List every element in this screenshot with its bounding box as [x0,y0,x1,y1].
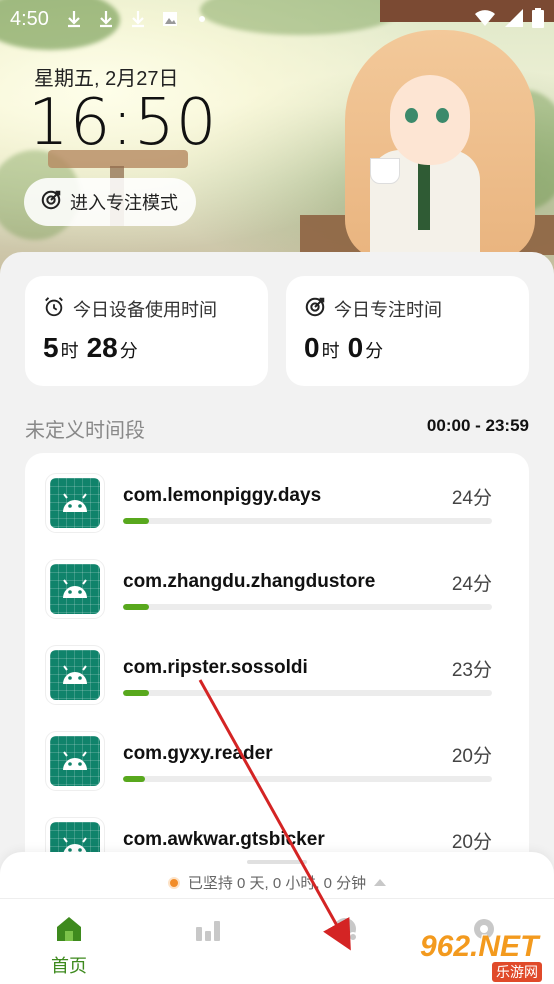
android-app-icon [46,732,104,790]
focus-time-hours: 0 [304,332,320,363]
site-watermark-logo: 962.NET 乐游网 [414,930,550,982]
app-package-name: com.ripster.sossoldi [123,657,308,678]
pie-chart-icon [331,918,361,947]
app-usage-bar-fill [123,690,149,696]
app-usage-bar [123,604,492,610]
download-icon [63,8,85,30]
hours-unit: 时 [321,341,340,361]
app-usage-row[interactable]: com.lemonpiggy.days 24分 [25,453,529,539]
status-time: 4:50 [10,7,49,30]
app-usage-bar-fill [123,776,146,782]
app-package-name: com.gyxy.reader [123,743,273,764]
device-usage-value: 5 时 28 分 [43,332,146,364]
home-icon [54,917,84,947]
app-package-name: com.lemonpiggy.days [123,485,322,506]
app-usage-time: 23分 [451,660,492,681]
app-usage-time: 20分 [451,832,492,853]
minutes-unit: 分 [119,341,138,361]
streak-text: 已坚持 0 天, 0 小时, 0 分钟 [187,875,367,892]
character-face [390,75,470,165]
streak-dot-icon [167,877,180,889]
tab-home[interactable]: 首页 [29,915,109,978]
device-usage-minutes: 28 [86,332,118,363]
section-time-range: 00:00 - 23:59 [426,416,529,435]
bar-chart-icon [193,921,223,947]
watermark-main-text: 962.NET [420,930,539,963]
signal-icon [504,8,524,34]
tab-statistics[interactable] [168,915,248,952]
character-eye [436,108,449,123]
android-app-icon [46,474,104,532]
drag-handle[interactable] [247,860,307,864]
app-usage-row[interactable]: com.zhangdu.zhangdustore 24分 [25,539,529,625]
character-eye [405,108,418,123]
focus-time-card[interactable]: 今日专注时间 0时0分 [286,276,529,386]
battery-icon [532,8,544,34]
dot-icon [191,8,213,30]
device-usage-card[interactable]: 今日设备使用时间 5 时 28 分 [25,276,268,386]
app-usage-list: com.lemonpiggy.days 24分 com.zhangdu.zhan… [25,453,529,873]
app-usage-row[interactable]: com.ripster.sossoldi 23分 [25,625,529,711]
hours-unit: 时 [60,341,79,361]
device-usage-label: 今日设备使用时间 [73,300,217,320]
app-package-name: com.awkwar.gtsbicker [123,829,325,850]
android-app-icon [46,560,104,618]
coffee-cup [370,158,400,184]
enter-focus-mode-button[interactable]: 进入专注模式 [24,178,196,226]
tab-home-label: 首页 [51,956,87,976]
device-usage-hours: 5 [43,332,59,363]
section-title: 未定义时间段 [25,420,145,442]
focus-target-icon [304,296,326,323]
download-icon [127,8,149,30]
app-usage-bar [123,776,492,782]
focus-time-value: 0时0分 [304,332,391,364]
focus-time-label: 今日专注时间 [334,300,442,320]
app-usage-bar [123,690,492,696]
watermark-sub-text: 乐游网 [492,962,542,982]
android-app-icon [46,646,104,704]
wifi-icon [474,8,496,34]
app-usage-bar [123,518,492,524]
streak-status: 已坚持 0 天, 0 小时, 0 分钟 [0,872,554,893]
clock-display: 16:50 [28,86,218,160]
alarm-clock-icon [43,296,65,323]
download-icon [95,8,117,30]
tab-analysis[interactable] [306,915,386,952]
focus-target-icon [40,189,62,216]
status-bar: 4:50 [0,0,554,38]
image-icon [159,8,181,30]
enter-focus-mode-label: 进入专注模式 [70,193,178,213]
expand-up-icon[interactable] [374,879,387,886]
app-usage-time: 20分 [451,746,492,767]
app-usage-time: 24分 [451,488,492,509]
focus-time-minutes: 0 [347,332,364,363]
app-usage-time: 24分 [451,574,492,595]
minutes-unit: 分 [365,341,384,361]
app-usage-bar-fill [123,518,149,524]
app-usage-row[interactable]: com.gyxy.reader 20分 [25,711,529,797]
app-package-name: com.zhangdu.zhangdustore [123,571,376,592]
app-usage-bar-fill [123,604,149,610]
